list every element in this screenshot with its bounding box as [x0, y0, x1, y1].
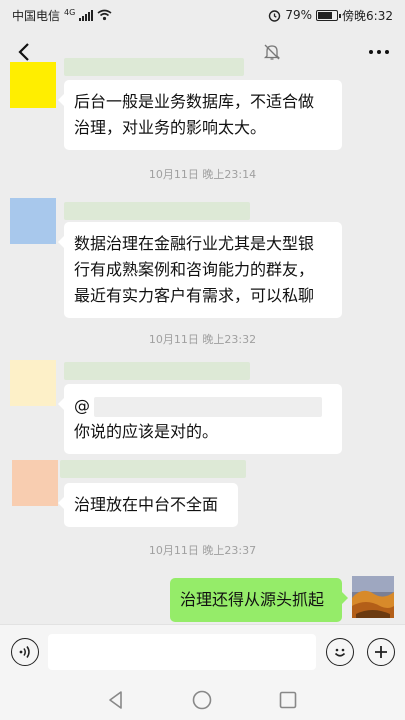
timestamp: 10月11日 晚上23:14	[148, 168, 257, 181]
network-label: 4G	[64, 7, 76, 17]
back-icon	[18, 43, 29, 61]
avatar[interactable]	[10, 62, 56, 108]
mute-icon	[263, 44, 281, 60]
my-message-bubble[interactable]: 治理还得从源头抓起	[170, 578, 348, 622]
wifi-icon	[97, 9, 112, 21]
message-text: 治理，对业务的影响太大。	[74, 118, 267, 137]
more-icon	[369, 50, 373, 54]
avatar[interactable]	[10, 360, 56, 406]
system-nav-bar	[0, 678, 405, 720]
avatar[interactable]	[12, 460, 58, 506]
add-button[interactable]	[367, 638, 395, 666]
voice-button[interactable]	[11, 638, 39, 666]
nav-home-icon[interactable]	[191, 689, 213, 711]
sender-name-redacted	[64, 58, 244, 76]
message-input[interactable]	[48, 634, 316, 670]
message-bubble[interactable]: @ 你说的应该是对的。	[58, 384, 342, 454]
mention-text: @	[74, 396, 90, 415]
signal-icon	[79, 9, 94, 21]
emoji-icon	[334, 648, 346, 657]
message-text: 后台一般是业务数据库，不适合做	[74, 92, 315, 111]
sender-name-redacted	[64, 202, 250, 220]
avatar[interactable]	[10, 198, 56, 244]
nav-back-icon[interactable]	[105, 689, 127, 711]
message-text: 行有成熟案例和咨询能力的群友，	[74, 260, 315, 279]
mention-name-redacted	[94, 396, 322, 417]
message-text: 治理放在中台不全面	[74, 495, 219, 514]
landscape-avatar-image	[352, 576, 394, 618]
add-icon	[375, 646, 387, 658]
battery-icon	[316, 9, 342, 21]
my-avatar[interactable]	[352, 576, 394, 618]
message-text: 你说的应该是对的。	[74, 422, 219, 441]
emoji-button[interactable]	[326, 638, 354, 666]
message-bubble[interactable]: 后台一般是业务数据库，不适合做 治理，对业务的影响太大。	[58, 80, 342, 150]
clock: 傍晚6:32	[342, 8, 393, 23]
nav-recent-icon[interactable]	[277, 689, 299, 711]
sender-name-redacted	[64, 362, 250, 380]
message-bubble[interactable]: 治理放在中台不全面	[58, 483, 238, 527]
status-bar: 中国电信 4G 79% 傍晚6:32	[0, 0, 405, 30]
sender-name-redacted	[60, 460, 246, 478]
voice-icon	[19, 646, 30, 658]
carrier-label: 中国电信	[12, 8, 61, 23]
message-bubble[interactable]: 数据治理在金融行业尤其是大型银 行有成熟案例和咨询能力的群友， 最近有实力客户有…	[58, 222, 342, 318]
more-button[interactable]	[363, 38, 395, 66]
message-text: 数据治理在金融行业尤其是大型银	[74, 234, 315, 253]
message-text: 治理还得从源头抓起	[180, 590, 325, 609]
alarm-icon	[269, 9, 281, 22]
input-bar	[0, 624, 405, 678]
timestamp: 10月11日 晚上23:32	[148, 333, 257, 346]
message-text: 最近有实力客户有需求，可以私聊	[74, 286, 315, 305]
battery-percent: 79%	[285, 8, 313, 22]
timestamp: 10月11日 晚上23:37	[148, 544, 257, 557]
